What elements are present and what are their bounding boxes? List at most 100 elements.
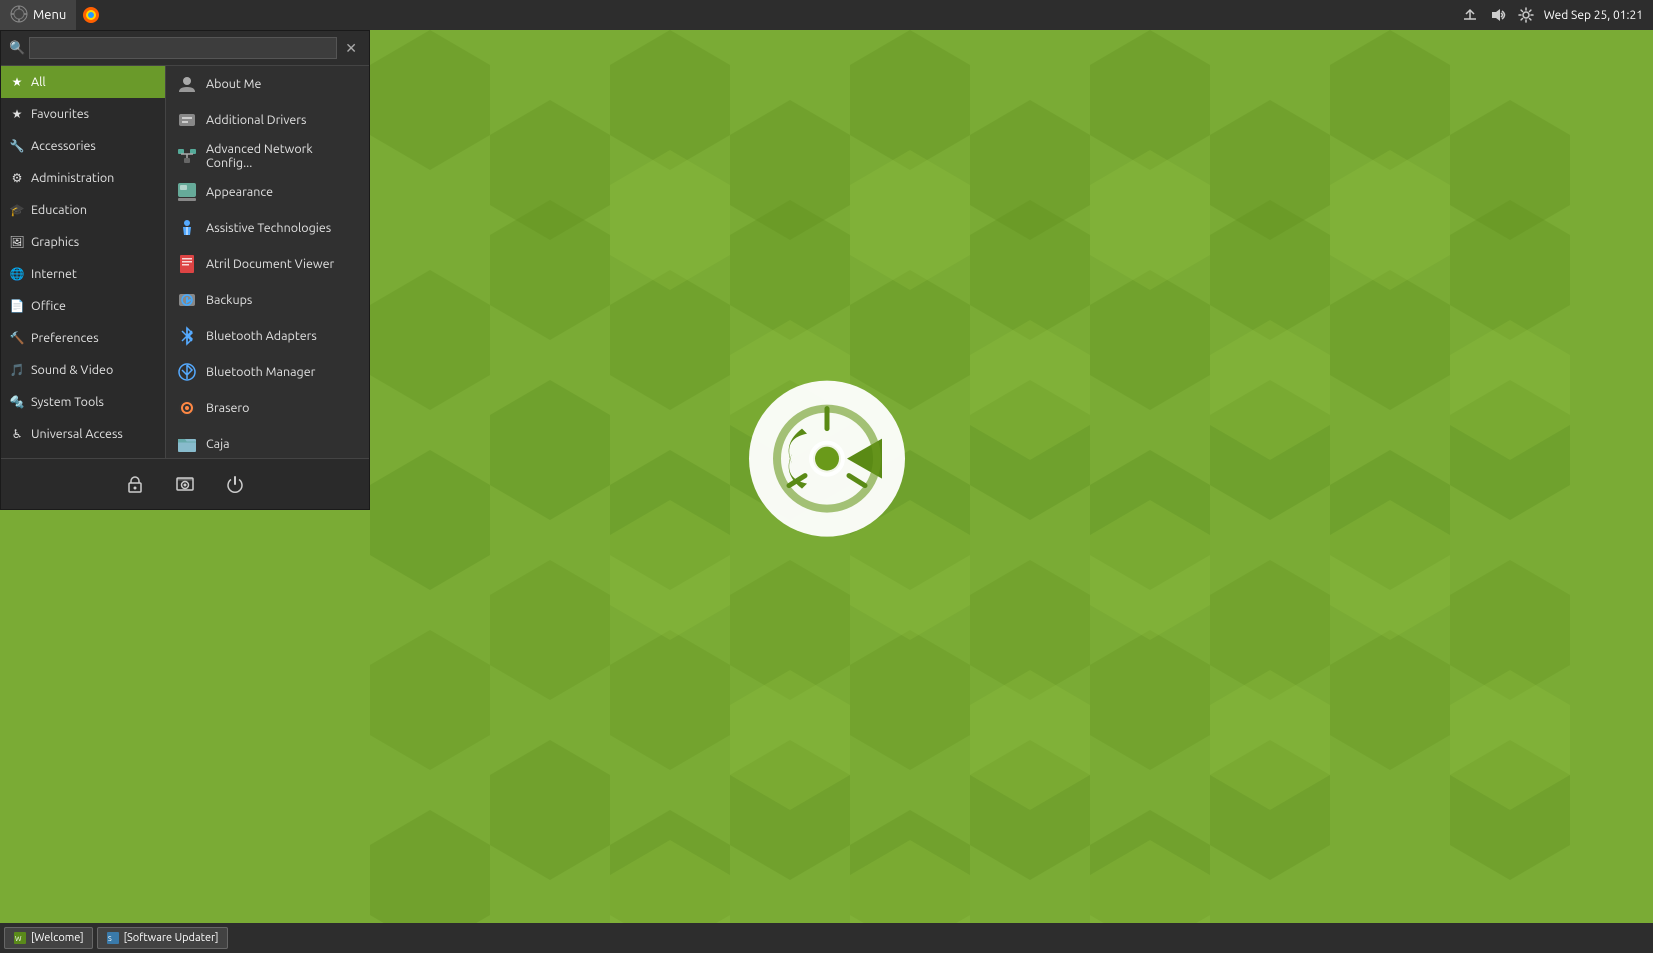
power-button[interactable] [220,469,250,499]
app-item-atril[interactable]: Atril Document Viewer [166,246,369,282]
category-label-sound-video: Sound & Video [31,363,113,377]
app-item-caja[interactable]: Caja [166,426,369,458]
menu-apps: About Me Additional Drivers Advanced Netwo… [166,66,369,458]
category-label-system-tools: System Tools [31,395,104,409]
app-label-atril: Atril Document Viewer [206,257,334,271]
app-label-backups: Backups [206,293,252,307]
app-icon-backups [176,289,198,311]
category-icon-universal-access: ♿ [9,426,25,442]
category-icon-preferences: 🔨 [9,330,25,346]
app-icon-bluetooth-adapters [176,325,198,347]
category-label-accessories: Accessories [31,139,96,153]
app-label-about-me: About Me [206,77,261,91]
menu-button[interactable]: Menu [0,0,76,30]
app-item-about-me[interactable]: About Me [166,66,369,102]
menu-popup: 🔍 ✕ ★ All ★ Favourites 🔧 Accessories ⚙Administ… [0,30,370,510]
category-label-preferences: Preferences [31,331,99,345]
lock-button[interactable] [120,469,150,499]
app-icon-assistive-tech [176,217,198,239]
taskbar-item-software-updater[interactable]: S [Software Updater] [97,927,228,949]
datetime-label: Wed Sep 25, 01:21 [1544,9,1643,22]
bottom-panel: W [Welcome] S [Software Updater] [0,923,1653,953]
category-item-office[interactable]: 📄 Office [1,290,165,322]
app-label-caja: Caja [206,437,230,451]
app-item-bluetooth-manager[interactable]: Bluetooth Manager [166,354,369,390]
search-input[interactable] [29,37,337,59]
category-item-universal-access[interactable]: ♿ Universal Access [1,418,165,450]
category-item-accessories[interactable]: 🔧 Accessories [1,130,165,162]
category-icon-graphics: 🖼 [9,234,25,250]
category-item-education[interactable]: 🎓 Education [1,194,165,226]
welcome-label: [Welcome] [31,932,84,944]
app-item-bluetooth-adapters[interactable]: Bluetooth Adapters [166,318,369,354]
search-close-icon[interactable]: ✕ [341,40,361,57]
ubuntu-logo [747,378,907,542]
category-item-internet[interactable]: 🌐 Internet [1,258,165,290]
menu-categories: ★ All ★ Favourites 🔧 Accessories ⚙Administrati… [1,66,166,458]
volume-icon[interactable] [1488,5,1508,25]
app-icon-appearance [176,181,198,203]
menu-actions [1,458,369,509]
category-icon-office: 📄 [9,298,25,314]
app-icon-advanced-network [176,145,198,167]
category-item-system-tools[interactable]: 🔩 System Tools [1,386,165,418]
category-item-favourites[interactable]: ★ Favourites [1,98,165,130]
app-icon-additional-drivers [176,109,198,131]
app-label-appearance: Appearance [206,185,273,199]
firefox-button[interactable] [76,0,106,30]
search-bar: 🔍 ✕ [1,31,369,66]
category-label-internet: Internet [31,267,77,281]
category-label-graphics: Graphics [31,235,79,249]
panel-right: Wed Sep 25, 01:21 [1460,5,1653,25]
app-label-bluetooth-adapters: Bluetooth Adapters [206,329,317,343]
category-item-preferences[interactable]: 🔨 Preferences [1,322,165,354]
category-item-control-center[interactable]: ⚙Control Center [1,450,165,458]
menu-icon [10,5,28,26]
software-updater-icon: S [106,931,120,945]
network-icon[interactable] [1460,5,1480,25]
app-label-assistive-tech: Assistive Technologies [206,221,331,235]
app-icon-caja [176,433,198,455]
top-panel: Menu [0,0,1653,30]
category-icon-all: ★ [9,74,25,90]
svg-text:S: S [108,935,112,943]
taskbar-item-welcome[interactable]: W [Welcome] [4,927,93,949]
app-item-appearance[interactable]: Appearance [166,174,369,210]
category-icon-internet: 🌐 [9,266,25,282]
category-icon-administration: ⚙ [9,170,25,186]
category-label-favourites: Favourites [31,107,89,121]
category-item-sound-video[interactable]: 🎵 Sound & Video [1,354,165,386]
app-item-brasero[interactable]: Brasero [166,390,369,426]
welcome-app-icon: W [13,931,27,945]
app-label-additional-drivers: Additional Drivers [206,113,306,127]
menu-label: Menu [33,8,66,22]
svg-text:W: W [15,935,22,943]
app-icon-atril [176,253,198,275]
app-icon-brasero [176,397,198,419]
app-item-additional-drivers[interactable]: Additional Drivers [166,102,369,138]
app-label-brasero: Brasero [206,401,249,415]
category-label-education: Education [31,203,87,217]
category-icon-favourites: ★ [9,106,25,122]
screenshot-button[interactable] [170,469,200,499]
app-item-backups[interactable]: Backups [166,282,369,318]
app-label-bluetooth-manager: Bluetooth Manager [206,365,315,379]
settings-icon[interactable] [1516,5,1536,25]
app-icon-about-me [176,73,198,95]
category-icon-accessories: 🔧 [9,138,25,154]
category-item-graphics[interactable]: 🖼 Graphics [1,226,165,258]
app-item-advanced-network[interactable]: Advanced Network Config... [166,138,369,174]
category-label-office: Office [31,299,66,313]
category-label-all: All [31,75,46,89]
menu-main: ★ All ★ Favourites 🔧 Accessories ⚙Administrati… [1,66,369,458]
search-icon: 🔍 [9,41,25,56]
category-icon-education: 🎓 [9,202,25,218]
app-item-assistive-tech[interactable]: Assistive Technologies [166,210,369,246]
app-label-advanced-network: Advanced Network Config... [206,142,359,170]
category-icon-sound-video: 🎵 [9,362,25,378]
category-label-universal-access: Universal Access [31,427,123,441]
category-icon-system-tools: 🔩 [9,394,25,410]
category-item-all[interactable]: ★ All [1,66,165,98]
software-updater-label: [Software Updater] [124,932,219,944]
category-item-administration[interactable]: ⚙Administration [1,162,165,194]
